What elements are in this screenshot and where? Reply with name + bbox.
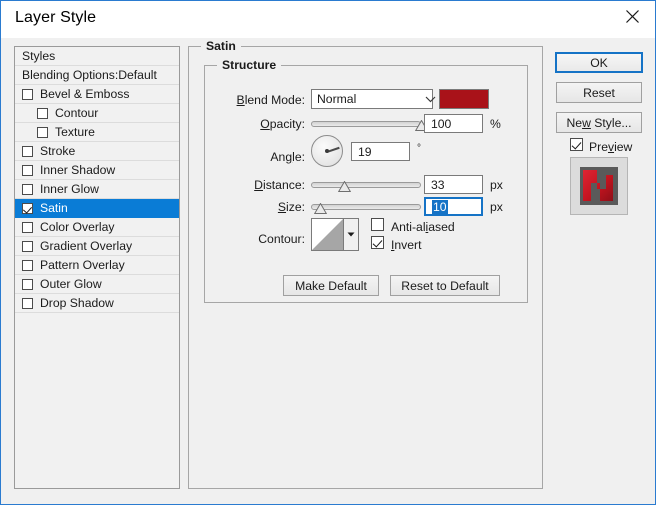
blend-mode-label: Blend Mode: <box>236 93 305 107</box>
anti-aliased-checkbox[interactable] <box>371 218 384 231</box>
size-slider[interactable] <box>311 201 421 215</box>
angle-value: 19 <box>358 144 372 159</box>
invert-checkbox[interactable] <box>371 236 384 249</box>
reset-button[interactable]: Reset <box>556 82 642 103</box>
opacity-unit: % <box>490 117 501 131</box>
effect-toggle-checkbox[interactable] <box>22 259 33 271</box>
sidebar-item-label: Inner Glow <box>40 181 99 196</box>
effect-toggle-checkbox[interactable] <box>37 107 48 119</box>
sidebar-item-pattern-overlay[interactable]: Pattern Overlay <box>15 256 179 275</box>
opacity-input[interactable]: 100 <box>424 114 483 133</box>
sidebar-item-stroke[interactable]: Stroke <box>15 142 179 161</box>
effect-toggle-checkbox[interactable] <box>22 88 33 100</box>
new-style-label: New Style... <box>566 115 632 130</box>
size-input[interactable]: 10 <box>424 197 483 216</box>
satin-group-legend: Satin <box>201 39 241 53</box>
sidebar-item-blending-options-default[interactable]: Blending Options:Default <box>15 66 179 85</box>
sidebar-item-label: Texture <box>55 124 95 139</box>
styles-list[interactable]: Styles Blending Options:Default Bevel & Em… <box>14 46 180 489</box>
effect-toggle-checkbox[interactable] <box>22 183 33 195</box>
size-slider-thumb[interactable] <box>313 203 327 214</box>
structure-group: Structure Blend Mode: Normal Opacity: 10… <box>204 58 528 303</box>
size-label: Size: <box>277 200 305 214</box>
close-icon[interactable] <box>609 1 655 31</box>
sidebar-item-label: Gradient Overlay <box>40 238 133 253</box>
layer-style-dialog: Layer Style Styles Blending Options:Defau… <box>0 0 656 505</box>
effect-toggle-checkbox[interactable] <box>22 164 33 176</box>
sidebar-item-label: Blending Options:Default <box>22 67 157 82</box>
effect-toggle-checkbox[interactable] <box>22 297 33 309</box>
sidebar-item-bevel-emboss[interactable]: Bevel & Emboss <box>15 85 179 104</box>
effect-toggle-checkbox[interactable] <box>22 202 33 214</box>
effect-toggle-checkbox[interactable] <box>37 126 48 138</box>
sidebar-item-satin[interactable]: Satin <box>15 199 179 218</box>
dialog-actions: OK Reset New Style... Preview <box>551 46 647 489</box>
structure-group-legend: Structure <box>217 58 282 72</box>
effect-toggle-checkbox[interactable] <box>22 145 33 157</box>
distance-value: 33 <box>431 177 445 192</box>
angle-unit: ° <box>417 143 421 154</box>
sidebar-item-label: Color Overlay <box>40 219 115 234</box>
distance-unit: px <box>490 178 503 192</box>
satin-color-swatch[interactable] <box>439 89 489 109</box>
effect-toggle-checkbox[interactable] <box>22 240 33 252</box>
sidebar-item-drop-shadow[interactable]: Drop Shadow <box>15 294 179 313</box>
contour-curve-preview <box>312 219 343 250</box>
sidebar-item-color-overlay[interactable]: Color Overlay <box>15 218 179 237</box>
opacity-slider-track <box>311 121 421 127</box>
sidebar-item-label: Bevel & Emboss <box>40 86 130 101</box>
sidebar-item-contour[interactable]: Contour <box>15 104 179 123</box>
reset-to-default-button[interactable]: Reset to Default <box>390 275 500 296</box>
sidebar-item-label: Satin <box>40 200 68 215</box>
sidebar-item-label: Contour <box>55 105 99 120</box>
ok-button[interactable]: OK <box>555 52 643 73</box>
new-style-button[interactable]: New Style... <box>556 112 642 133</box>
distance-slider-track <box>311 182 421 188</box>
size-value: 10 <box>432 199 448 214</box>
style-preview-thumbnail <box>580 167 618 205</box>
distance-input[interactable]: 33 <box>424 175 483 194</box>
distance-slider-thumb[interactable] <box>338 181 351 192</box>
sidebar-item-outer-glow[interactable]: Outer Glow <box>15 275 179 294</box>
opacity-slider[interactable] <box>311 118 428 132</box>
contour-preset-picker[interactable] <box>311 218 359 251</box>
invert-label: Invert <box>391 238 422 252</box>
sidebar-item-label: Stroke <box>40 143 76 158</box>
contour-label: Contour: <box>258 232 305 246</box>
anti-aliased-label: Anti-aliased <box>391 220 455 234</box>
preview-label: Preview <box>589 140 633 154</box>
blend-mode-value: Normal <box>317 92 357 106</box>
sidebar-item-label: Styles <box>22 48 56 63</box>
satin-panel: Satin Structure Blend Mode: Normal Opaci… <box>188 39 543 489</box>
size-slider-track <box>311 204 421 210</box>
angle-dial[interactable] <box>311 135 343 167</box>
blend-mode-select[interactable]: Normal <box>311 89 436 109</box>
sidebar-item-texture[interactable]: Texture <box>15 123 179 142</box>
contour-dropdown-icon[interactable] <box>343 219 358 250</box>
distance-slider[interactable] <box>311 179 421 193</box>
opacity-value: 100 <box>431 116 452 131</box>
preview-checkbox[interactable] <box>570 138 583 151</box>
page-title: Layer Style <box>15 9 97 26</box>
sidebar-item-label: Drop Shadow <box>40 295 114 310</box>
sidebar-item-styles[interactable]: Styles <box>15 47 179 66</box>
effect-toggle-checkbox[interactable] <box>22 221 33 233</box>
opacity-label: Opacity: <box>260 117 305 131</box>
make-default-button[interactable]: Make Default <box>283 275 379 296</box>
sidebar-item-inner-glow[interactable]: Inner Glow <box>15 180 179 199</box>
sidebar-item-gradient-overlay[interactable]: Gradient Overlay <box>15 237 179 256</box>
sidebar-item-inner-shadow[interactable]: Inner Shadow <box>15 161 179 180</box>
title-bar: Layer Style <box>1 1 655 38</box>
style-preview-frame <box>570 157 628 215</box>
angle-dial-hub <box>325 149 329 153</box>
angle-input[interactable]: 19 <box>351 142 410 161</box>
effect-toggle-checkbox[interactable] <box>22 278 33 290</box>
angle-label: Angle: <box>270 150 305 164</box>
size-unit: px <box>490 200 503 214</box>
sidebar-item-label: Pattern Overlay <box>40 257 125 272</box>
sidebar-item-label: Inner Shadow <box>40 162 116 177</box>
distance-label: Distance: <box>254 178 305 192</box>
sidebar-item-label: Outer Glow <box>40 276 102 291</box>
